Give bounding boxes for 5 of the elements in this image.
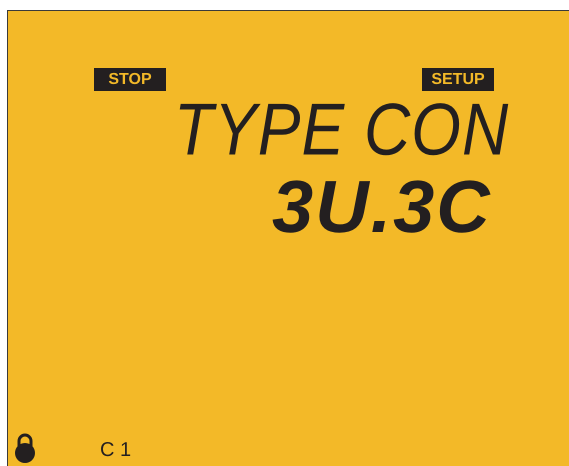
- display-value: 3U.3C: [272, 173, 493, 241]
- indicator-label: SETUP: [422, 68, 494, 91]
- display-text: TYPE CON: [174, 90, 510, 168]
- channel-label: C 1: [100, 439, 132, 461]
- indicator-label: STOP: [94, 68, 166, 91]
